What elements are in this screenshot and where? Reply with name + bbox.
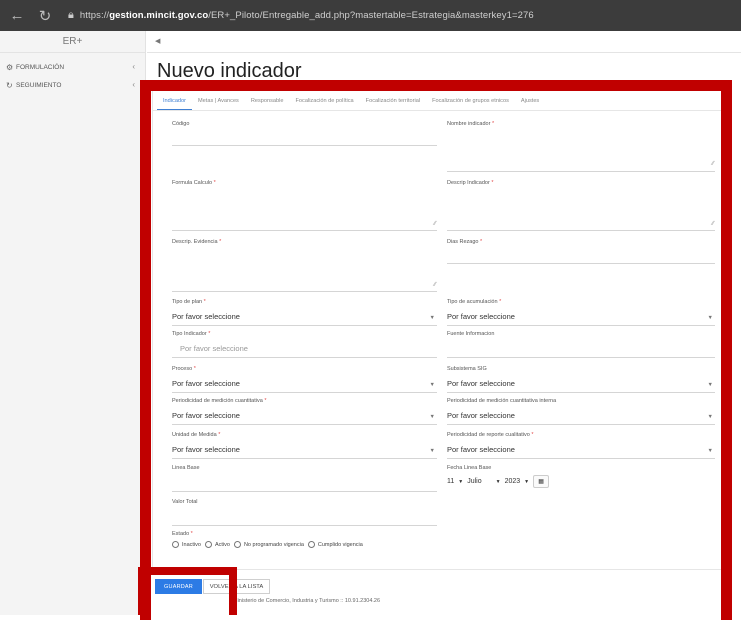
back-arrow-icon[interactable]: ←	[6, 7, 28, 24]
highlight-frame-form	[140, 80, 732, 620]
browser-toolbar: ← ↻ 🔒︎ https://gestion.mincit.gov.co/ER+…	[0, 0, 741, 31]
sidebar-item-label: SEGUIMIENTO	[16, 81, 62, 89]
sidebar-item-label: FORMULACIÓN	[16, 63, 65, 71]
sidebar-toggle-icon[interactable]: ◀	[155, 37, 160, 45]
refresh-icon: ↻	[6, 80, 13, 90]
address-bar[interactable]: https://gestion.mincit.gov.co/ER+_Piloto…	[80, 10, 534, 21]
sidebar: ER+ ⚙ FORMULACIÓN ‹ ↻ SEGUIMIENTO ‹	[0, 31, 146, 615]
reload-icon[interactable]: ↻	[34, 7, 56, 25]
chevron-left-icon: ‹	[132, 80, 135, 89]
highlight-frame-save	[138, 567, 237, 615]
gear-icon: ⚙	[6, 62, 14, 72]
sidebar-item-seguimiento[interactable]: ↻ SEGUIMIENTO ‹	[0, 77, 145, 93]
sidebar-item-formulacion[interactable]: ⚙ FORMULACIÓN ‹	[0, 59, 145, 75]
top-navbar: ◀	[147, 31, 741, 53]
lock-icon[interactable]: 🔒︎	[68, 9, 74, 22]
chevron-left-icon: ‹	[132, 62, 135, 71]
sidebar-brand: ER+	[0, 31, 145, 53]
